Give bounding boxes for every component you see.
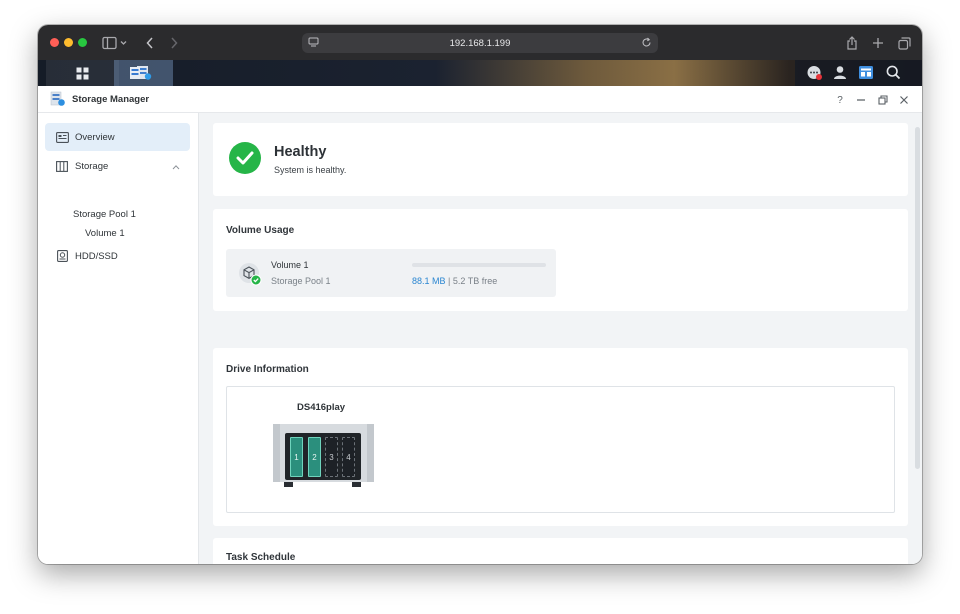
sidebar-item-hdd-ssd[interactable]: HDD/SSD: [45, 242, 190, 270]
drive-bay-label: 3: [329, 452, 334, 462]
volume-name: Volume 1: [271, 260, 309, 270]
user-icon[interactable]: [833, 65, 847, 85]
drive-bay[interactable]: 1: [290, 437, 303, 477]
volume-cube-icon: [238, 262, 262, 286]
health-status-title: Healthy: [274, 144, 327, 160]
drive-bay-label: 4: [346, 452, 351, 462]
taskbar-tray: [795, 60, 922, 86]
drive-information-card: Drive Information DS416play 1 2 3 4: [213, 348, 908, 526]
sidebar-item-storage-pool-1[interactable]: Storage Pool 1: [73, 209, 136, 220]
volume-free: 5.2 TB free: [452, 276, 498, 286]
task-schedule-card: Task Schedule: [213, 538, 908, 564]
volume-usage-title: Volume Usage: [226, 225, 295, 236]
health-status-message: System is healthy.: [274, 165, 347, 175]
sidebar-item-label: Storage: [75, 160, 109, 172]
search-icon[interactable]: [886, 65, 901, 85]
reload-icon[interactable]: [641, 37, 652, 51]
volume-pool-name: Storage Pool 1: [271, 276, 331, 286]
storage-manager-icon: [50, 91, 66, 112]
sidebar-item-overview[interactable]: Overview: [45, 123, 190, 151]
chevron-up-icon[interactable]: [172, 162, 180, 173]
main-scrollbar[interactable]: [915, 127, 920, 469]
sidebar-item-label: HDD/SSD: [75, 250, 118, 262]
volume-usage-bar: [412, 263, 546, 267]
new-tab-icon[interactable]: [870, 34, 886, 52]
close-window-button[interactable]: [50, 38, 59, 47]
share-icon[interactable]: [844, 34, 860, 52]
health-card: Healthy System is healthy.: [213, 123, 908, 196]
app-title: Storage Manager: [72, 94, 150, 105]
taskbar-app-indicator[interactable]: [120, 60, 152, 86]
notifications-icon[interactable]: [806, 65, 823, 86]
drive-bay-label: 2: [312, 452, 317, 462]
tabs-icon[interactable]: [896, 34, 912, 52]
main-content: Healthy System is healthy. Volume Usage …: [199, 113, 922, 564]
address-bar[interactable]: 192.168.1.199: [302, 33, 658, 53]
sidebar-item-volume-1[interactable]: Volume 1: [85, 228, 125, 239]
forward-icon[interactable]: [166, 34, 182, 52]
sidebar: Overview Storage Storage Pool 1 Volume 1…: [38, 113, 199, 564]
sidebar-item-label: Overview: [75, 131, 115, 143]
widgets-icon[interactable]: [858, 65, 874, 85]
url-text: 192.168.1.199: [449, 37, 511, 49]
nas-device-image: 1 2 3 4: [273, 424, 374, 489]
minimize-app-button[interactable]: [854, 93, 868, 107]
help-button[interactable]: ?: [833, 93, 847, 107]
dsm-taskbar: [38, 60, 922, 86]
drive-bay[interactable]: 2: [308, 437, 321, 477]
minimize-window-button[interactable]: [64, 38, 73, 47]
reader-icon[interactable]: [308, 37, 319, 51]
main-menu-icon: [76, 67, 89, 79]
drive-bay[interactable]: 4: [342, 437, 355, 477]
volume-usage-card: Volume Usage Volume 1 Storage Pool 1 88.…: [213, 209, 908, 311]
back-icon[interactable]: [142, 34, 158, 52]
task-schedule-title: Task Schedule: [226, 552, 296, 563]
check-circle-icon: [229, 142, 261, 174]
restore-app-button[interactable]: [876, 93, 890, 107]
volume-stats-separator: |: [448, 276, 451, 286]
maximize-window-button[interactable]: [78, 38, 87, 47]
close-app-button[interactable]: [897, 93, 911, 107]
nas-model-name: DS416play: [297, 402, 346, 413]
main-menu-button[interactable]: [46, 60, 119, 86]
browser-toolbar: 192.168.1.199: [38, 25, 922, 60]
sidebar-item-storage[interactable]: Storage: [45, 152, 190, 180]
sidebar-icon[interactable]: [102, 34, 130, 52]
drive-bay[interactable]: 3: [325, 437, 338, 477]
drive-information-title: Drive Information: [226, 364, 309, 375]
overview-icon: [55, 130, 69, 144]
drive-bay-label: 1: [294, 452, 299, 462]
storage-icon: [55, 159, 69, 173]
hdd-icon: [55, 249, 69, 263]
volume-usage-stats: 88.1 MB | 5.2 TB free: [412, 276, 497, 286]
volume-item[interactable]: Volume 1 Storage Pool 1 88.1 MB | 5.2 TB…: [226, 249, 556, 297]
app-title-bar: Storage Manager ?: [38, 86, 922, 113]
volume-used: 88.1 MB: [412, 276, 446, 286]
browser-window: 192.168.1.199 Storage Manager ? Overview…: [38, 25, 922, 564]
drive-diagram: DS416play 1 2 3 4: [226, 386, 895, 513]
